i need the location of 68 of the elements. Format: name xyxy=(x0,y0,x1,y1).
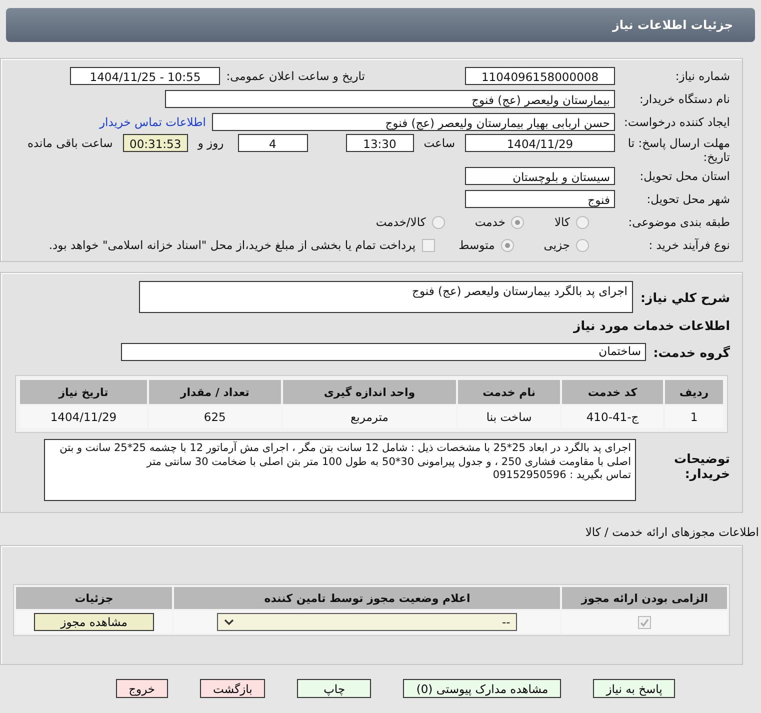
text-field[interactable]: فنوج xyxy=(465,190,615,208)
column-header: نام خدمت xyxy=(458,380,560,404)
radio-label: خدمت xyxy=(474,215,506,229)
field-label: شماره نیاز: xyxy=(674,69,731,83)
column-header: جزئیات xyxy=(16,587,172,609)
column-header: تاریخ نیاز xyxy=(20,380,147,404)
status-dropdown[interactable]: -- xyxy=(217,613,518,631)
radio-button[interactable] xyxy=(432,216,445,228)
action-button[interactable]: پاسخ به نیاز xyxy=(593,679,676,698)
page-title: جزئیات اطلاعات نیاز xyxy=(612,18,733,32)
days-field[interactable]: 4 xyxy=(238,134,308,152)
field-label: استان محل تحویل: xyxy=(638,169,731,183)
field-label: نام دستگاه خریدار: xyxy=(638,92,731,106)
column-header: واحد اندازه گیری xyxy=(282,380,456,404)
field-label: شرح کلي نیاز: xyxy=(640,290,731,304)
action-button[interactable]: خروج xyxy=(116,679,168,698)
radio-button[interactable] xyxy=(500,238,514,252)
text-area[interactable]: اجرای پد بالگرد بیمارستان ولیعصر (عج) فنوج xyxy=(138,281,633,313)
field-label: ساعت xyxy=(424,135,455,152)
table-cell: ج-41-410 xyxy=(562,406,663,428)
date-field[interactable]: 1404/11/29 xyxy=(465,134,615,152)
text-area[interactable]: اجرای پد بالگرد در ابعاد 25*25 با مشخصات ذیل : شامل 12 سانت بتن مگر ، اجرای مش آرماتور 12 با چشمه 25*25 سانت و بتن اصلی با مقاومت فشاری 250 ، و جدول پیرامونی 30*50 به طول 100 متر بتن اصلی با ضخامت 30 سانتی متر تماس بگیرید : 09152950596 xyxy=(44,439,636,501)
field-label: طبقه بندی موضوعی: xyxy=(627,215,731,229)
action-button[interactable]: چاپ xyxy=(297,679,372,698)
radio-label: متوسط xyxy=(458,238,495,252)
table-cell: 1404/11/29 xyxy=(20,406,147,428)
field-label: تاریخ و ساعت اعلان عمومی: xyxy=(226,69,365,83)
field-label: شهر محل تحویل: xyxy=(646,192,731,206)
action-button[interactable]: بازگشت xyxy=(200,679,266,698)
field-label: مهلت ارسال پاسخ: تا تاریخ: xyxy=(626,135,731,164)
radio-button[interactable] xyxy=(576,216,589,228)
checkbox-label: پرداخت تمام یا بخشی از مبلغ خرید،از محل "اسناد خزانه اسلامی" خواهد بود. xyxy=(48,238,416,252)
action-button[interactable]: مشاهده مدارک پیوستی (0) xyxy=(403,679,562,698)
text-field[interactable]: 1404/11/25 - 10:55 xyxy=(70,67,220,85)
remaining-time-field: 00:31:53 xyxy=(122,134,188,152)
checkbox[interactable] xyxy=(638,616,652,630)
column-header: ردیف xyxy=(665,380,723,404)
text-field[interactable]: سیستان و بلوچستان xyxy=(465,167,615,185)
time-field[interactable]: 13:30 xyxy=(346,134,414,152)
field-label: توضیحات خریدار: xyxy=(673,450,731,481)
caret-icon xyxy=(224,618,234,626)
column-header: تعداد / مقدار xyxy=(148,380,281,404)
table-cell: مترمربع xyxy=(282,406,456,428)
section-title: اطلاعات خدمات مورد نیاز xyxy=(574,318,731,332)
field-label: ساعت باقی مانده xyxy=(28,135,113,152)
table-cell: 625 xyxy=(148,406,281,428)
column-header: کد خدمت xyxy=(562,380,663,404)
text-field[interactable]: 1104096158000008 xyxy=(465,67,615,85)
text-field[interactable]: حسن اربابی بهیار بیمارستان ولیعصر (عج) فنوج xyxy=(212,113,615,131)
checkbox[interactable] xyxy=(422,238,435,252)
field-label: نوع فرآیند خرید : xyxy=(648,238,731,252)
field-label: گروه خدمت: xyxy=(652,344,731,360)
radio-button[interactable] xyxy=(576,238,589,252)
text-field[interactable]: بیمارستان ولیعصر (عج) فنوج xyxy=(165,90,615,108)
radio-button[interactable] xyxy=(511,216,524,228)
column-header: الزامی بودن ارائه مجوز xyxy=(562,587,727,609)
section-title: اطلاعات مجوزهای ارائه خدمت / کالا xyxy=(585,525,759,539)
table-cell: ساخت بنا xyxy=(458,406,560,428)
field-label: ایجاد کننده درخواست: xyxy=(623,115,731,129)
radio-label: جزیی xyxy=(544,238,570,252)
field-label: روز و xyxy=(198,135,224,152)
column-header: اعلام وضعیت مجوز توسط تامین کننده xyxy=(174,587,560,609)
text-field[interactable]: ساختمان xyxy=(121,343,646,361)
contact-link[interactable]: اطلاعات تماس خریدار xyxy=(99,115,206,129)
table-cell: 1 xyxy=(665,406,723,428)
radio-label: کالا/خدمت xyxy=(376,215,426,229)
radio-label: کالا xyxy=(554,215,570,229)
view-license-button[interactable]: مشاهده مجوز xyxy=(34,613,154,631)
